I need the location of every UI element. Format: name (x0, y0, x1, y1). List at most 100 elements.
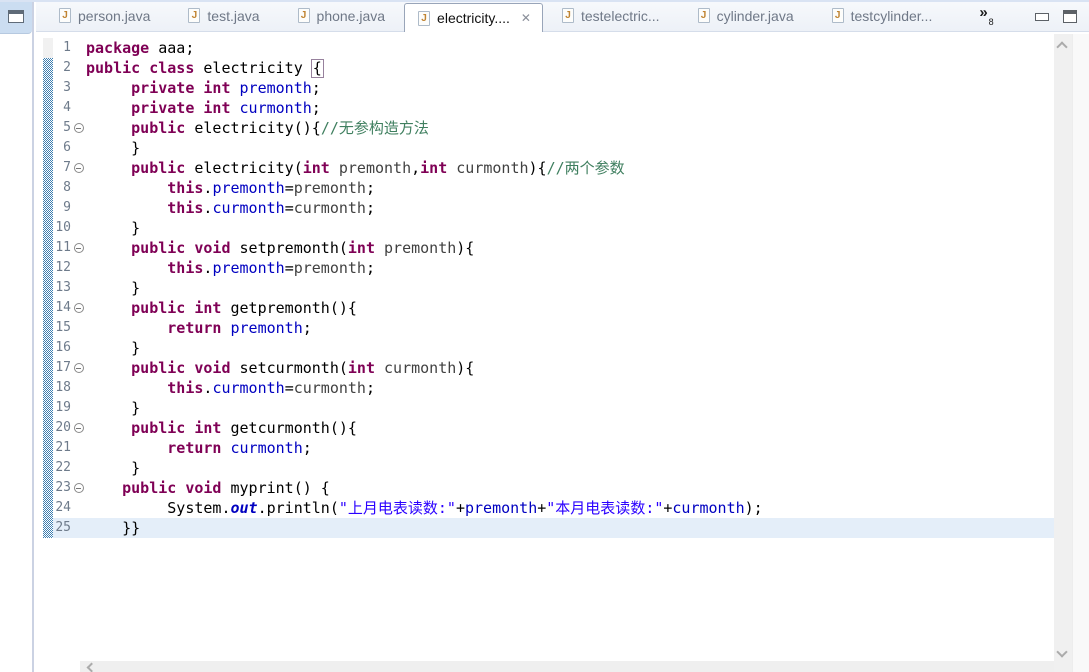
fold-column (71, 58, 86, 78)
fold-column (71, 498, 86, 518)
gutter-spacer (36, 218, 43, 238)
tab-phone-java[interactable]: Jphone.java (279, 2, 405, 31)
fold-column (71, 518, 86, 538)
scroll-down-icon[interactable] (1056, 646, 1068, 658)
fold-collapse-icon[interactable] (73, 483, 84, 493)
code-line-19[interactable]: 19 } (36, 398, 1054, 418)
scroll-up-icon[interactable] (1056, 41, 1068, 53)
close-icon[interactable]: ✕ (521, 11, 531, 25)
line-number: 1 (63, 40, 71, 55)
code-line-4[interactable]: 4 private int curmonth; (36, 98, 1054, 118)
code-line-22[interactable]: 22 } (36, 458, 1054, 478)
code-text: private int premonth; (131, 79, 321, 97)
fold-column (71, 458, 86, 478)
gutter-spacer (36, 458, 43, 478)
fold-column (71, 318, 86, 338)
line-number: 10 (55, 220, 71, 235)
view-window-controls (1035, 10, 1077, 23)
gutter-spacer (36, 438, 43, 458)
vertical-scrollbar[interactable] (1054, 34, 1072, 672)
range-indicator (43, 398, 53, 418)
gutter-spacer (36, 298, 43, 318)
java-file-icon: J (418, 10, 431, 26)
code-line-23[interactable]: 23 public void myprint() { (36, 478, 1054, 498)
line-number: 16 (55, 340, 71, 355)
code-line-21[interactable]: 21 return curmonth; (36, 438, 1054, 458)
fold-column (71, 138, 86, 158)
restore-view-icon (8, 10, 24, 23)
tab-testelectric-[interactable]: Jtestelectric... (543, 2, 679, 31)
gutter-spacer (36, 358, 43, 378)
code-line-9[interactable]: 9 this.curmonth=curmonth; (36, 198, 1054, 218)
code-line-15[interactable]: 15 return premonth; (36, 318, 1054, 338)
gutter-spacer (36, 518, 43, 538)
code-line-16[interactable]: 16 } (36, 338, 1054, 358)
code-text: this.curmonth=curmonth; (167, 199, 375, 217)
range-indicator (43, 478, 53, 498)
tab-label: testelectric... (580, 7, 660, 24)
gutter-spacer (36, 198, 43, 218)
code-line-14[interactable]: 14 public int getpremonth(){ (36, 298, 1054, 318)
code-line-17[interactable]: 17 public void setcurmonth(int curmonth)… (36, 358, 1054, 378)
tab-electricity-[interactable]: Jelectricity.... ✕ (404, 3, 543, 32)
editor-tab-bar: Jperson.java Jtest.java Jphone.java Jelectr… (36, 2, 1089, 32)
code-line-3[interactable]: 3 private int premonth; (36, 78, 1054, 98)
line-number: 20 (55, 420, 71, 435)
fold-collapse-icon[interactable] (73, 303, 84, 313)
gutter-spacer (36, 138, 43, 158)
code-line-8[interactable]: 8 this.premonth=premonth; (36, 178, 1054, 198)
code-line-11[interactable]: 11 public void setpremonth(int premonth)… (36, 238, 1054, 258)
minimize-button[interactable] (1035, 12, 1049, 21)
code-line-24[interactable]: 24 System.out.println("上月电表读数:"+premonth… (36, 498, 1054, 518)
tab-test-java[interactable]: Jtest.java (169, 2, 278, 31)
horizontal-scrollbar[interactable] (80, 661, 1054, 672)
maximize-button[interactable] (1063, 10, 1077, 23)
fold-collapse-icon[interactable] (73, 243, 84, 253)
range-indicator (43, 118, 53, 138)
range-indicator (43, 158, 53, 178)
gutter-spacer (36, 118, 43, 138)
tab-cylinder-java[interactable]: Jcylinder.java (679, 2, 813, 31)
fold-collapse-icon[interactable] (73, 423, 84, 433)
java-file-icon: J (561, 8, 574, 23)
range-indicator (43, 338, 53, 358)
code-line-2[interactable]: 2 public class electricity { (36, 58, 1054, 78)
code-line-5[interactable]: 5 public electricity(){//无参构造方法 (36, 118, 1054, 138)
code-text: } (86, 139, 141, 157)
gutter-spacer (36, 418, 43, 438)
code-line-25[interactable]: 25 }} (36, 518, 1054, 538)
tab-label: testcylinder... (850, 7, 933, 24)
line-number: 19 (55, 400, 71, 415)
code-line-13[interactable]: 13 } (36, 278, 1054, 298)
line-number: 5 (63, 120, 71, 135)
code-text: return curmonth; (167, 439, 312, 457)
scroll-left-icon[interactable] (86, 662, 97, 672)
tab-label: person.java (78, 7, 151, 24)
code-line-6[interactable]: 6 } (36, 138, 1054, 158)
code-line-1[interactable]: 1 package aaa; (36, 38, 1054, 58)
tab-testcylinder-[interactable]: Jtestcylinder... (813, 2, 952, 31)
line-number: 11 (55, 240, 71, 255)
fold-column (71, 278, 86, 298)
code-line-18[interactable]: 18 this.curmonth=curmonth; (36, 378, 1054, 398)
code-line-20[interactable]: 20 public int getcurmonth(){ (36, 418, 1054, 438)
range-indicator (43, 298, 53, 318)
code-line-10[interactable]: 10 } (36, 218, 1054, 238)
code-text: System.out.println("上月电表读数:"+premonth+"本… (86, 499, 763, 517)
editor-tabs: Jperson.java Jtest.java Jphone.java Jelectr… (36, 2, 952, 32)
code-text: } (86, 339, 141, 357)
fold-collapse-icon[interactable] (73, 123, 84, 133)
range-indicator (43, 438, 53, 458)
tab-overflow-chevron[interactable]: »8 (979, 5, 993, 27)
line-number: 21 (55, 440, 71, 455)
restore-view-button[interactable] (0, 2, 32, 34)
fold-collapse-icon[interactable] (73, 163, 84, 173)
fold-collapse-icon[interactable] (73, 363, 84, 373)
tab-person-java[interactable]: Jperson.java (40, 2, 169, 31)
code-line-12[interactable]: 12 this.premonth=premonth; (36, 258, 1054, 278)
code-editor[interactable]: 1 package aaa; 2 public class electricity {… (36, 32, 1089, 672)
fold-column (71, 298, 86, 318)
code-line-7[interactable]: 7 public electricity(int premonth,int cu… (36, 158, 1054, 178)
fold-column (71, 98, 86, 118)
code-text: public class electricity { (86, 59, 324, 78)
